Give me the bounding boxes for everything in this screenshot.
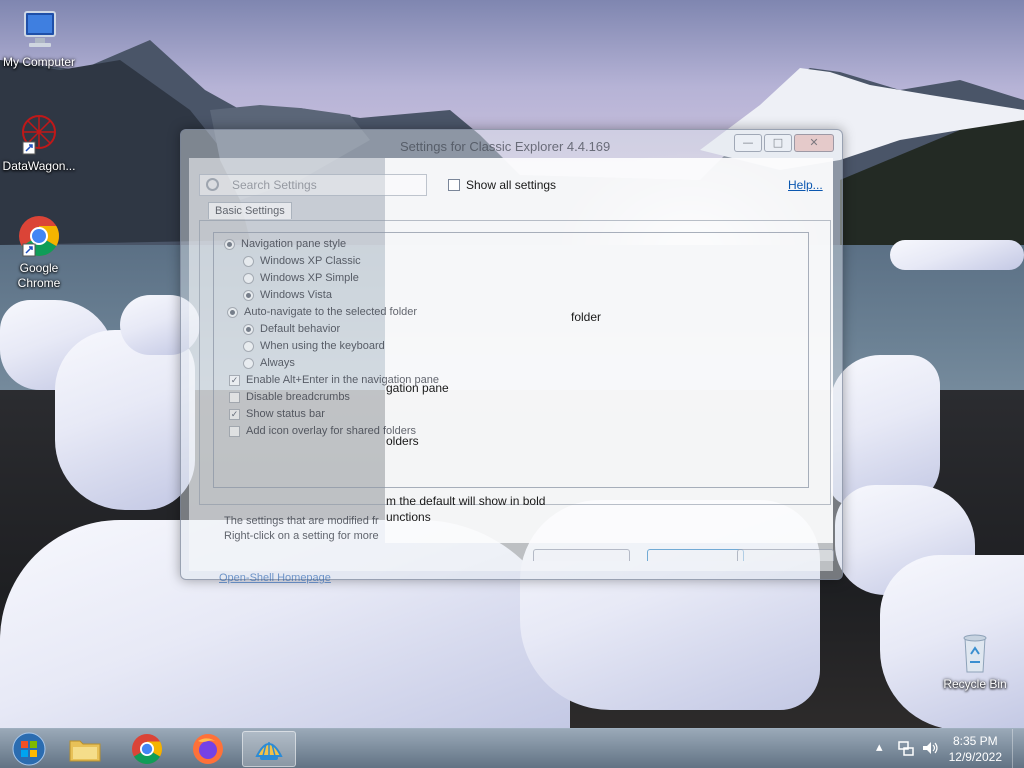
checkbox[interactable]: ✓ — [229, 408, 240, 420]
status-fragment: unctions — [386, 510, 431, 524]
status-line-1: The settings that are modified fr — [224, 515, 379, 527]
chrome-icon — [132, 734, 163, 765]
window-controls: — □ ✕ — [734, 134, 834, 152]
firefox-icon — [193, 734, 223, 764]
desktop-icon-label: Google Chrome — [17, 261, 61, 290]
radio-button[interactable] — [243, 255, 254, 267]
cancel-button[interactable] — [737, 549, 834, 561]
setting-show-status-bar[interactable]: ✓ Show status bar — [229, 408, 325, 420]
radio-button[interactable] — [227, 306, 238, 318]
radio-button[interactable] — [243, 357, 254, 369]
datawagon-icon — [17, 112, 61, 156]
setting-windows-xp-classic[interactable]: Windows XP Classic — [243, 255, 361, 267]
clock-date: 12/9/2022 — [948, 750, 1002, 764]
tree-fragment: olders — [386, 434, 419, 448]
desktop-icon-label: DataWagon... — [2, 159, 76, 173]
start-button[interactable] — [2, 731, 56, 767]
folder-icon — [69, 740, 101, 762]
checkbox[interactable] — [229, 391, 240, 403]
setting-navigation-pane-style[interactable]: Navigation pane style — [224, 238, 346, 250]
shell-icon — [255, 742, 283, 760]
show-desktop-button[interactable] — [1012, 729, 1024, 768]
minimize-button[interactable]: — — [734, 134, 762, 152]
ok-button[interactable] — [647, 549, 744, 561]
dialog-button-left[interactable] — [533, 549, 630, 561]
tree-fragment: gation pane — [386, 381, 449, 395]
tree-fragment: folder — [571, 310, 602, 324]
setting-when-using-keyboard[interactable]: When using the keyboard — [243, 340, 385, 352]
window-title: Settings for Classic Explorer 4.4.169 — [400, 139, 611, 154]
setting-windows-xp-simple[interactable]: Windows XP Simple — [243, 272, 359, 284]
system-clock[interactable]: 8:35 PM 12/9/2022 — [949, 733, 1002, 765]
radio-button[interactable] — [224, 238, 235, 250]
search-input[interactable]: Search Settings — [199, 174, 427, 196]
setting-disable-breadcrumbs[interactable]: Disable breadcrumbs — [229, 391, 350, 403]
chrome-icon — [17, 214, 61, 258]
taskbar-explorer[interactable] — [58, 731, 112, 767]
ice-block — [830, 355, 940, 505]
checkbox[interactable] — [229, 425, 240, 437]
desktop-icon-google-chrome[interactable]: Google Chrome — [0, 214, 78, 291]
radio-button[interactable] — [243, 340, 254, 352]
setting-auto-navigate[interactable]: Auto-navigate to the selected folder — [227, 306, 417, 318]
desktop-icon-label: My Computer — [2, 55, 76, 69]
show-all-label: Show all settings — [466, 178, 557, 192]
search-placeholder: Search Settings — [232, 178, 317, 192]
settings-tree[interactable] — [213, 232, 809, 488]
radio-button[interactable] — [243, 272, 254, 284]
desktop-icon-label: Recycle Bin — [943, 677, 1007, 691]
clock-time: 8:35 PM — [952, 734, 998, 748]
status-line-2: Right-click on a setting for more — [224, 530, 379, 542]
show-all-settings-checkbox[interactable]: Show all settings — [448, 178, 556, 192]
radio-button[interactable] — [243, 289, 254, 301]
desktop-icon-datawagon[interactable]: DataWagon... — [0, 112, 78, 174]
checkbox[interactable]: ✓ — [229, 374, 240, 386]
taskbar-open-shell[interactable] — [242, 731, 296, 767]
maximize-button[interactable]: □ — [764, 134, 792, 152]
ice-block — [890, 240, 1024, 270]
recycle-bin-icon — [953, 630, 997, 674]
taskbar-firefox[interactable] — [181, 731, 235, 767]
setting-windows-vista[interactable]: Windows Vista — [243, 289, 332, 301]
windows-start-icon — [12, 732, 46, 766]
settings-window[interactable]: Settings for Classic Explorer 4.4.169 — … — [180, 129, 843, 584]
checkbox-box[interactable] — [448, 179, 460, 191]
tab-basic-settings[interactable]: Basic Settings — [208, 202, 292, 219]
ice-block — [55, 330, 195, 510]
taskbar: ▴ 8:35 PM 12/9/2022 — [0, 728, 1024, 768]
network-icon[interactable] — [898, 740, 914, 760]
show-hidden-icons-button[interactable]: ▴ — [876, 740, 883, 755]
search-icon — [206, 178, 219, 191]
setting-default-behavior[interactable]: Default behavior — [243, 323, 340, 335]
status-fragment: m the default will show in bold — [386, 494, 546, 508]
help-link[interactable]: Help... — [788, 178, 823, 192]
window-client: Search Settings Show all settings Help..… — [189, 158, 834, 584]
desktop-icon-my-computer[interactable]: My Computer — [0, 8, 78, 70]
volume-icon[interactable] — [921, 740, 939, 760]
close-button[interactable]: ✕ — [794, 134, 834, 152]
open-shell-homepage-link[interactable]: Open-Shell Homepage — [219, 572, 331, 584]
setting-always[interactable]: Always — [243, 357, 295, 369]
computer-icon — [17, 8, 61, 52]
taskbar-chrome[interactable] — [120, 731, 174, 767]
radio-button[interactable] — [243, 323, 254, 335]
desktop-icon-recycle-bin[interactable]: Recycle Bin — [936, 630, 1014, 692]
